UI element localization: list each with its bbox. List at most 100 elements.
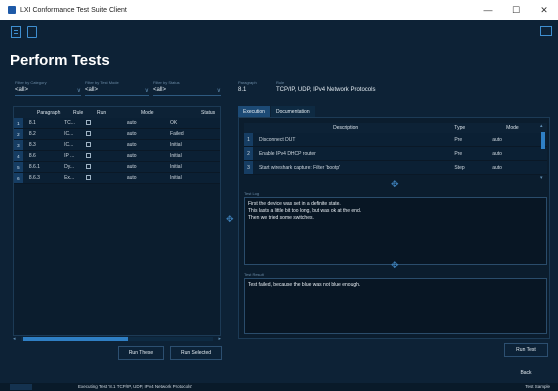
table-row[interactable]: 2 8.2 IC... auto Failed — [14, 129, 220, 140]
test-sample-label: Test Sample — [525, 384, 550, 389]
test-log-textbox[interactable]: First the device was set in a definite s… — [244, 197, 547, 265]
back-button[interactable]: Back — [504, 366, 548, 380]
step-row[interactable]: 1 Disconnect DUT Pre auto — [244, 133, 547, 147]
category-filter-value: <all> — [15, 87, 29, 93]
table-row[interactable]: 6 8.6.3 Ex... auto Initial — [14, 173, 220, 184]
table-row[interactable]: 5 8.6.1 Dy... auto Initial — [14, 162, 220, 173]
steps-vscrollbar[interactable]: ▴ ▾ — [539, 123, 547, 181]
run-test-button[interactable]: Run Test — [504, 343, 548, 357]
status-filter[interactable]: Filter by Status <all> ∨ — [153, 80, 221, 100]
tab-execution[interactable]: Execution — [238, 106, 270, 117]
status-indicator — [10, 384, 32, 390]
rule-label: Rule — [276, 80, 285, 85]
column-paragraph[interactable]: Paragraph — [23, 110, 73, 116]
column-status[interactable]: Status — [179, 110, 219, 116]
scroll-thumb[interactable] — [541, 132, 545, 149]
column-mode[interactable]: Mode — [137, 110, 179, 116]
cell-status: Failed — [170, 131, 184, 137]
column-description[interactable]: Description — [253, 125, 432, 131]
scroll-up-icon[interactable]: ▴ — [540, 123, 543, 129]
table-row[interactable]: 1 8.1 TC... auto OK — [14, 118, 220, 129]
splitter-move-icon[interactable]: ✥ — [391, 260, 399, 271]
run-checkbox[interactable] — [85, 174, 91, 180]
steps-table: Description Type Mode 1 Disconnect DUT Pre… — [244, 123, 547, 181]
run-checkbox[interactable] — [85, 152, 91, 158]
steps-table-header: Description Type Mode — [244, 123, 547, 133]
row-number: 4 — [14, 151, 23, 161]
rule-display: Rule TCP/IP, UDP, IPv4 Network Protocols — [276, 80, 375, 93]
column-rule[interactable]: Rule — [73, 110, 97, 116]
cell-paragraph: 8.1 — [28, 120, 36, 126]
chevron-down-icon: ∨ — [76, 88, 81, 94]
test-result-textbox[interactable]: Test failed, because the blue was not bl… — [244, 278, 547, 334]
cell-mode: auto — [126, 142, 137, 148]
execution-pane: Description Type Mode 1 Disconnect DUT Pre… — [238, 117, 550, 339]
cell-type: Pre — [454, 150, 463, 157]
splitter-move-icon[interactable]: ✥ — [391, 179, 399, 190]
maximize-button[interactable]: ☐ — [502, 0, 530, 20]
scroll-down-icon[interactable]: ▾ — [540, 175, 543, 181]
table-row[interactable]: 4 8.6 IP ... auto Initial — [14, 151, 220, 162]
tests-table: Paragraph Rule Run Mode Status 1 8.1 TC...… — [13, 106, 221, 336]
row-number: 3 — [244, 161, 253, 174]
paragraph-label: Paragraph — [238, 80, 257, 85]
detail-tabs: Execution Documentation — [238, 106, 550, 117]
cell-paragraph: 8.6.3 — [28, 175, 40, 181]
toolbar — [0, 20, 558, 44]
cell-description: Start wireshark capture: Filter 'bootp' — [258, 164, 341, 171]
cell-paragraph: 8.2 — [28, 131, 36, 137]
panel-toggle-icon[interactable] — [540, 26, 552, 36]
run-checkbox[interactable] — [85, 130, 91, 136]
test-mode-filter[interactable]: Filter by Test Mode <all> ∨ — [85, 80, 149, 100]
category-filter-label: Filter by Category — [15, 80, 47, 85]
cell-mode: auto — [126, 120, 137, 126]
row-number: 2 — [244, 147, 253, 160]
cell-status: Initial — [170, 153, 182, 159]
run-checkbox[interactable] — [85, 119, 91, 125]
close-button[interactable]: ✕ — [530, 0, 558, 20]
cell-rule: Ex... — [64, 175, 75, 181]
column-run[interactable]: Run — [97, 110, 137, 116]
run-these-button[interactable]: Run These — [118, 346, 164, 360]
column-type[interactable]: Type — [432, 125, 492, 131]
run-checkbox[interactable] — [85, 163, 91, 169]
cell-rule: IC... — [64, 142, 74, 148]
tests-table-body: 1 8.1 TC... auto OK 2 8.2 IC... auto Failed 3 8.3 IC… — [14, 118, 220, 184]
step-row[interactable]: 3 Start wireshark capture: Filter 'bootp'… — [244, 161, 547, 175]
cell-mode: auto — [126, 153, 137, 159]
status-bar: Executing Test '8.1 TCP/IP, UDP, IPv4 Ne… — [0, 383, 558, 391]
tests-table-hscrollbar[interactable]: ◂ ▸ — [13, 336, 221, 342]
cell-type: Pre — [454, 136, 463, 143]
cell-paragraph: 8.6 — [28, 153, 36, 159]
page-title: Perform Tests — [10, 52, 110, 69]
window-titlebar: LXI Conformance Test Suite Client — ☐ ✕ — [0, 0, 558, 20]
scroll-right-icon[interactable]: ▸ — [218, 336, 221, 342]
cell-mode: auto — [126, 131, 137, 137]
splitter-move-icon[interactable]: ✥ — [226, 214, 234, 225]
tab-documentation[interactable]: Documentation — [270, 106, 315, 117]
cell-mode: auto — [126, 164, 137, 170]
row-number: 6 — [14, 173, 23, 183]
category-filter[interactable]: Filter by Category <all> ∨ — [15, 80, 81, 100]
cell-status: OK — [170, 120, 178, 126]
row-number: 2 — [14, 129, 23, 139]
row-number: 1 — [14, 118, 23, 128]
step-row[interactable]: 2 Enable IPv4 DHCP router Pre auto — [244, 147, 547, 161]
run-selected-button[interactable]: Run Selected — [170, 346, 222, 360]
cell-rule: IP ... — [64, 153, 75, 159]
scroll-left-icon[interactable]: ◂ — [13, 336, 16, 342]
cell-paragraph: 8.3 — [28, 142, 36, 148]
cell-rule: Dy... — [64, 164, 75, 170]
run-checkbox[interactable] — [85, 141, 91, 147]
status-filter-label: Filter by Status — [153, 80, 180, 85]
app-icon — [8, 6, 16, 14]
table-row[interactable]: 3 8.3 IC... auto Initial — [14, 140, 220, 151]
list-menu-icon[interactable] — [11, 26, 21, 38]
scroll-thumb[interactable] — [23, 337, 128, 341]
tests-table-header: Paragraph Rule Run Mode Status — [14, 107, 220, 118]
minimize-button[interactable]: — — [474, 0, 502, 20]
cell-status: Initial — [170, 175, 182, 181]
cell-description: Disconnect DUT — [258, 136, 296, 143]
cell-rule: TC... — [64, 120, 75, 126]
document-icon[interactable] — [27, 26, 37, 38]
